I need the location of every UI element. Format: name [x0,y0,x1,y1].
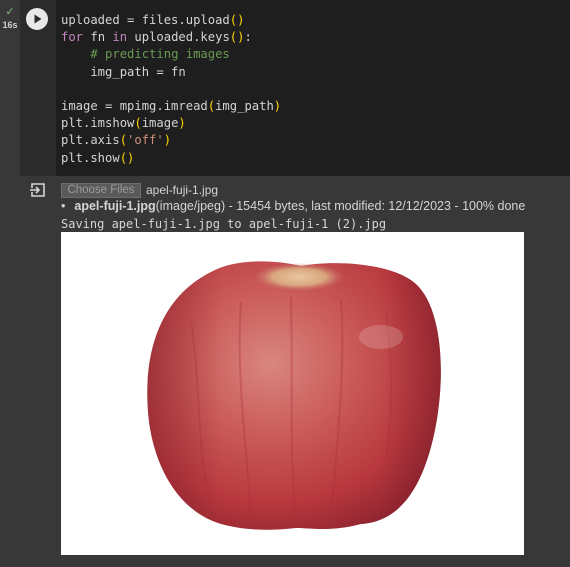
code-line: for fn in uploaded.keys(): [61,30,252,45]
code-line: uploaded = files.upload() [61,13,245,27]
code-cell: ✓ 16s uploaded = files.upload() for fn in… [0,0,570,176]
file-info-name: apel-fuji-1.jpg [74,199,156,213]
code-line: plt.show() [61,150,135,165]
run-cell-button[interactable] [26,8,48,30]
play-icon [34,14,42,24]
apple-image [147,261,441,530]
code-line: plt.imshow(image) [61,116,186,131]
code-line: image = mpimg.imread(img_path) [61,98,282,113]
code-line: plt.axis('off') [61,133,172,148]
plot-output-image [61,232,524,555]
choose-files-button[interactable]: Choose Files [61,183,141,198]
list-bullet: • [61,199,66,213]
output-icon[interactable] [29,181,47,199]
code-line: # predicting images [90,47,230,62]
saving-message: Saving apel-fuji-1.jpg to apel-fuji-1 (2… [61,217,387,231]
code-text[interactable]: uploaded = files.upload() for fn in uploa… [61,12,281,167]
file-info-details: (image/jpeg) - 15454 bytes, last modifie… [155,199,526,213]
file-info: • apel-fuji-1.jpg(image/jpeg) - 15454 byt… [61,199,525,213]
execution-time: 16s [2,20,18,30]
selected-file-name: apel-fuji-1.jpg [146,183,219,197]
cell-output: Choose Files apel-fuji-1.jpg • apel-fuji-… [0,176,570,567]
cell-gutter: ✓ 16s [0,0,20,176]
check-icon: ✓ [5,5,15,18]
code-line: img_path = fn [61,64,186,79]
